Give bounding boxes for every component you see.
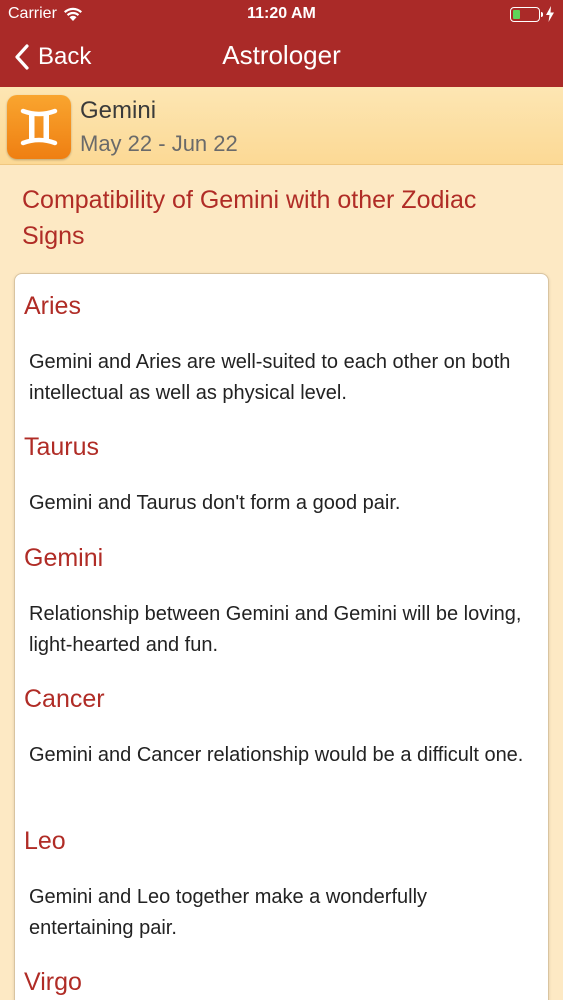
compatibility-item-virgo: Virgo <box>24 968 534 997</box>
compatibility-list[interactable]: Aries Gemini and Aries are well-suited t… <box>14 273 549 1000</box>
compatibility-description: Gemini and Cancer relationship would be … <box>29 744 524 766</box>
sign-name: Gemini <box>80 97 157 124</box>
section-title: Compatibility of Gemini with other Zodia… <box>22 186 477 250</box>
compatibility-sign-name: Aries <box>24 292 81 320</box>
compatibility-description: Gemini and Aries are well-suited to each… <box>29 351 511 404</box>
sign-header: Gemini May 22 - Jun 22 <box>0 87 563 165</box>
gemini-symbol-icon <box>7 95 71 159</box>
compatibility-sign-name: Cancer <box>24 685 105 713</box>
compatibility-sign-name: Gemini <box>24 544 104 572</box>
compatibility-item-gemini: Gemini Relationship between Gemini and G… <box>24 544 534 661</box>
battery-indicator <box>510 6 555 22</box>
compatibility-description: Gemini and Leo together make a wonderful… <box>29 886 428 939</box>
charging-bolt-icon <box>546 6 554 22</box>
compatibility-item-aries: Aries Gemini and Aries are well-suited t… <box>24 292 534 409</box>
compatibility-sign-name: Taurus <box>24 433 100 461</box>
compatibility-description: Relationship between Gemini and Gemini w… <box>29 603 522 656</box>
battery-level <box>513 9 521 19</box>
battery-icon <box>510 6 543 22</box>
status-time: 11:20 AM <box>247 5 316 22</box>
compatibility-item-taurus: Taurus Gemini and Taurus don't form a go… <box>24 433 534 519</box>
compatibility-sign-name: Leo <box>24 827 66 855</box>
navigation-bar: Carrier 11:20 AM Back Astrologer <box>0 0 563 87</box>
sign-dates: May 22 - Jun 22 <box>80 131 238 156</box>
compatibility-item-cancer: Cancer Gemini and Cancer relationship wo… <box>24 685 534 771</box>
status-bar: Carrier 11:20 AM <box>0 0 563 30</box>
compatibility-description: Gemini and Taurus don't form a good pair… <box>29 492 401 514</box>
page-title: Astrologer <box>222 40 341 70</box>
compatibility-sign-name: Virgo <box>24 968 82 996</box>
compatibility-item-leo: Leo Gemini and Leo together make a wonde… <box>24 827 534 944</box>
